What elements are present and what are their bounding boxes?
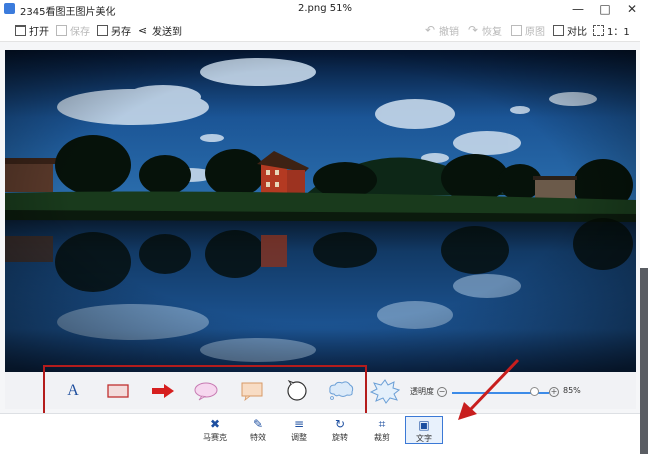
annotation-arrow [458, 358, 520, 420]
